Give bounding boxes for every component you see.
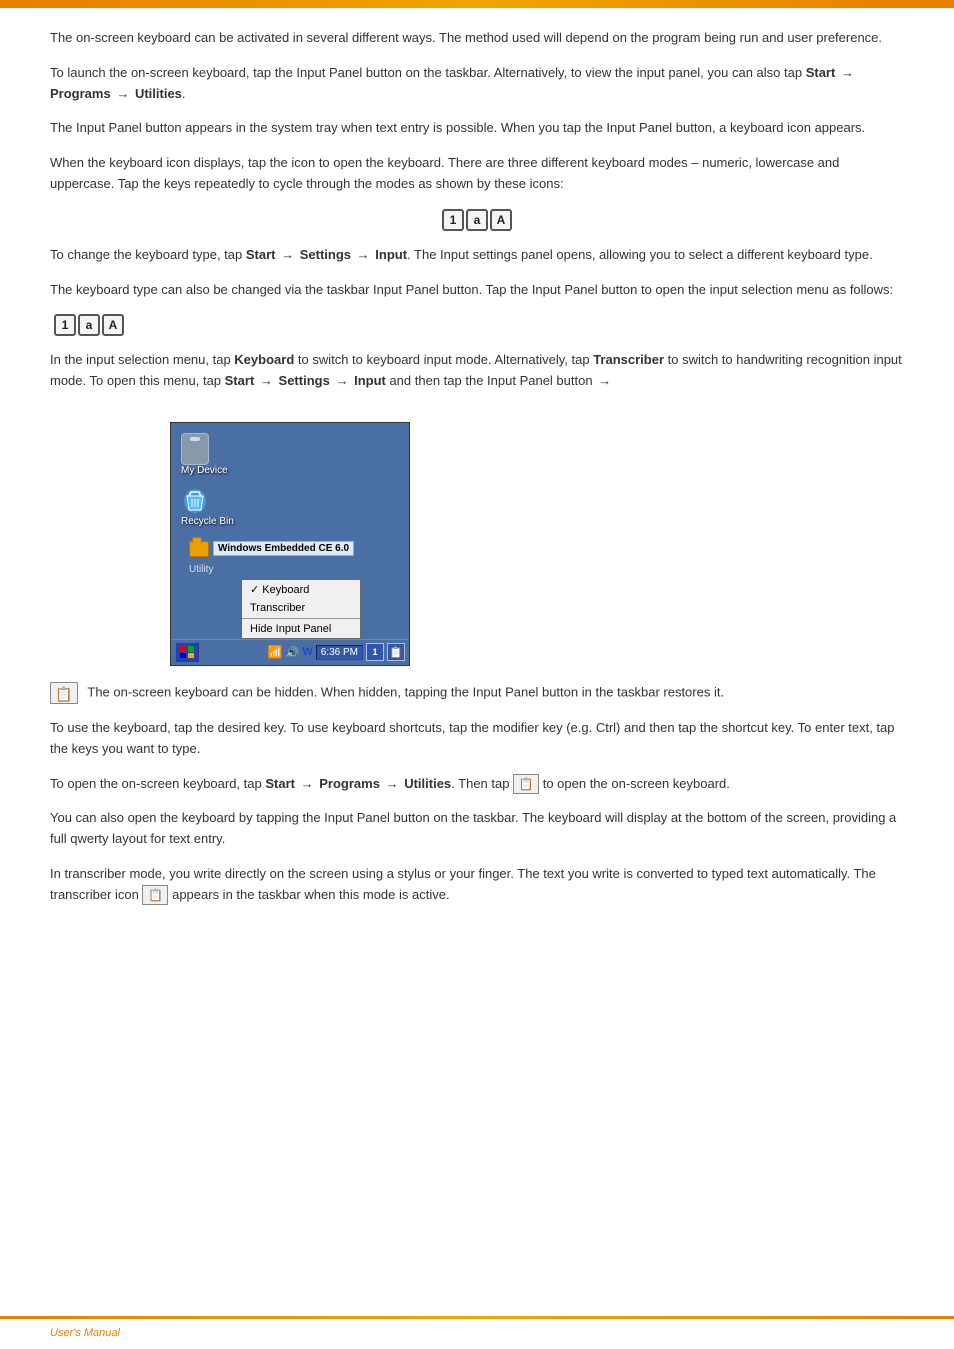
paragraph-8: 📋 The on-screen keyboard can be hidden. … — [50, 682, 904, 704]
arrow-icon: → — [116, 84, 129, 105]
windows-ce-screenshot: My Device Recycle Bin — [170, 422, 410, 666]
arrow-icon: → — [260, 371, 273, 392]
bottom-decorative-bar — [0, 1316, 954, 1319]
taskbar-word-icon: W — [302, 646, 312, 658]
paragraph-12: In transcriber mode, you write directly … — [50, 864, 904, 906]
my-device-label: My Device — [181, 465, 228, 476]
utility-row: Windows Embedded CE 6.0 — [181, 537, 399, 561]
recycle-bin-icon[interactable]: Recycle Bin — [181, 486, 241, 527]
arrow-icon: → — [281, 245, 294, 266]
uppercase-key-2: A — [102, 314, 124, 336]
taskbar-right: 📶 🔊 W 6:36 PM 1 📋 — [268, 643, 405, 661]
arrow-icon: → — [335, 371, 348, 392]
page-content: The on-screen keyboard can be activated … — [0, 8, 954, 1000]
paragraph-2: To launch the on-screen keyboard, tap th… — [50, 63, 904, 105]
arrow-icon: → — [841, 63, 854, 84]
paragraph-10: To open the on-screen keyboard, tap Star… — [50, 774, 904, 795]
paragraph-6: The keyboard type can also be changed vi… — [50, 280, 904, 301]
my-device-icon-img — [181, 433, 209, 465]
utility-sublabel-row: Utility — [181, 561, 399, 579]
key-icons-row-1: 1 a A — [50, 209, 904, 231]
taskbar: 📶 🔊 W 6:36 PM 1 📋 — [171, 639, 409, 665]
paragraph-5: To change the keyboard type, tap Start →… — [50, 245, 904, 266]
paragraph-11: You can also open the keyboard by tappin… — [50, 808, 904, 850]
start-button[interactable] — [175, 642, 199, 662]
recycle-bin-icon-img — [181, 486, 209, 516]
taskbar-extra-icon[interactable]: 📋 — [387, 643, 405, 661]
key-icons-group: 1 a A — [442, 209, 512, 231]
taskbar-volume-icon: 🔊 — [286, 646, 300, 659]
menu-separator — [242, 618, 360, 619]
numeric-key: 1 — [442, 209, 464, 231]
my-device-icon[interactable]: My Device — [181, 433, 241, 476]
top-decorative-bar — [0, 0, 954, 8]
arrow-icon: → — [598, 371, 611, 392]
transcriber-icon-inline: 📋 — [142, 885, 168, 905]
taskbar-network-icon: 📶 — [268, 645, 283, 659]
taskbar-keyboard-icon[interactable]: 1 — [366, 643, 384, 661]
arrow-icon: → — [301, 774, 314, 795]
note-icon: 📋 — [50, 682, 78, 704]
paragraph-9: To use the keyboard, tap the desired key… — [50, 718, 904, 760]
paragraph-3: The Input Panel button appears in the sy… — [50, 118, 904, 139]
utility-text: Utility — [189, 564, 213, 575]
inline-note-icon: 📋 — [513, 774, 539, 794]
taskbar-clock: 6:36 PM — [316, 645, 363, 660]
lowercase-key: a — [466, 209, 488, 231]
paragraph-1: The on-screen keyboard can be activated … — [50, 28, 904, 49]
menu-item-hide[interactable]: Hide Input Panel — [242, 620, 360, 638]
numeric-key-2: 1 — [54, 314, 76, 336]
lowercase-key-2: a — [78, 314, 100, 336]
footer-label: User's Manual — [50, 1327, 120, 1339]
folder-icon — [189, 541, 209, 557]
arrow-icon: → — [386, 774, 399, 795]
win-ce-label: Windows Embedded CE 6.0 — [213, 541, 354, 556]
uppercase-key: A — [490, 209, 512, 231]
key-icons-row-2: 1 a A — [50, 314, 904, 336]
win-desktop: My Device Recycle Bin — [171, 423, 409, 639]
menu-item-keyboard[interactable]: Keyboard — [242, 580, 360, 599]
paragraph-4: When the keyboard icon displays, tap the… — [50, 153, 904, 195]
menu-item-transcriber[interactable]: Transcriber — [242, 599, 360, 617]
arrow-icon: → — [357, 245, 370, 266]
key-icons-group-2: 1 a A — [54, 314, 124, 336]
paragraph-7: In the input selection menu, tap Keyboar… — [50, 350, 904, 392]
context-menu: Keyboard Transcriber Hide Input Panel — [241, 579, 361, 639]
screenshot-container: My Device Recycle Bin — [170, 422, 410, 666]
recycle-bin-label: Recycle Bin — [181, 516, 234, 527]
